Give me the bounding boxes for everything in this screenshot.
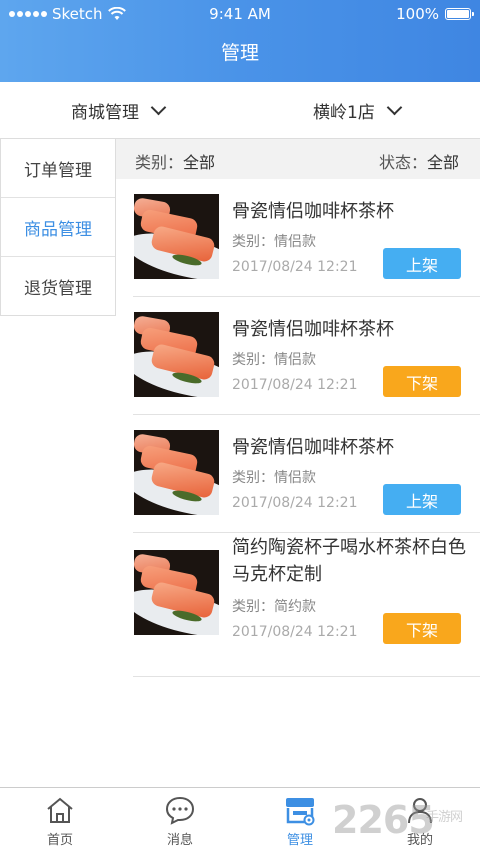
sidebar-item-returns[interactable]: 退货管理: [1, 257, 115, 316]
status-filter[interactable]: 状态：全部: [379, 149, 459, 173]
product-image: [134, 550, 219, 635]
tab-messages[interactable]: 消息: [120, 788, 240, 854]
product-category: 类别：简约款: [232, 599, 316, 615]
store-manage-icon: [284, 794, 316, 826]
product-date: 2017/08/24 12:21: [232, 495, 358, 511]
page-title: 管理: [220, 42, 259, 64]
product-name: 简约陶瓷杯子喝水杯茶杯白色马克杯定制: [232, 537, 466, 585]
product-date: 2017/08/24 12:21: [232, 377, 358, 393]
product-category: 类别：情侣款: [232, 470, 316, 486]
category-filter-label: 类别：: [135, 153, 184, 172]
status-bar: Sketch 9:41 AM 100%: [0, 0, 480, 28]
product-image: [134, 312, 219, 397]
home-icon: [44, 794, 76, 826]
tab-label: 消息: [166, 833, 193, 848]
product-date: 2017/08/24 12:21: [232, 259, 358, 275]
tab-home[interactable]: 首页: [0, 788, 120, 854]
status-filter-label: 状态：: [378, 153, 427, 172]
sidebar-item-label: 商品管理: [24, 219, 92, 240]
chevron-down-icon: [386, 99, 403, 116]
filter-store-label: 横岭1店: [313, 103, 375, 123]
watermark-sub: 手游网: [426, 810, 463, 825]
watermark-text: 2265: [332, 798, 435, 842]
category-filter[interactable]: 类别：全部: [135, 149, 215, 173]
take-off-shelf-button[interactable]: 下架: [383, 613, 461, 644]
product-date: 2017/08/24 12:21: [232, 624, 358, 640]
product-name: 骨瓷情侣咖啡杯茶杯: [232, 201, 394, 222]
filter-mall-dropdown[interactable]: 商城管理: [71, 82, 167, 139]
status-filter-value: 全部: [426, 153, 459, 172]
battery-percent: 100%: [396, 5, 439, 23]
product-category: 类别：情侣款: [232, 352, 316, 368]
category-filter-value: 全部: [183, 153, 216, 172]
battery-icon: [445, 8, 474, 20]
sidebar-item-label: 退货管理: [24, 279, 92, 299]
take-off-shelf-button[interactable]: 下架: [383, 366, 461, 397]
filter-store-dropdown[interactable]: 横岭1店: [313, 82, 403, 139]
product-card[interactable]: 简约陶瓷杯子喝水杯茶杯白色马克杯定制 类别：简约款 2017/08/24 12:…: [133, 533, 480, 677]
product-name: 骨瓷情侣咖啡杯茶杯: [232, 437, 394, 458]
chevron-down-icon: [150, 99, 167, 116]
watermark-logo: 2265 手游网: [332, 798, 463, 842]
product-image: [134, 194, 219, 279]
sidebar: 订单管理 商品管理 退货管理: [0, 139, 116, 316]
message-icon: [164, 794, 196, 826]
product-list: 骨瓷情侣咖啡杯茶杯 类别：情侣款 2017/08/24 12:21 上架 骨瓷情…: [133, 179, 480, 677]
list-on-shelf-button[interactable]: 上架: [383, 484, 461, 515]
list-filter-bar: 类别：全部 状态：全部: [116, 139, 480, 179]
product-card[interactable]: 骨瓷情侣咖啡杯茶杯 类别：情侣款 2017/08/24 12:21 上架: [133, 179, 480, 297]
product-image: [134, 430, 219, 515]
sidebar-item-products[interactable]: 商品管理: [1, 198, 115, 257]
filter-mall-label: 商城管理: [71, 103, 139, 123]
app-header: Sketch 9:41 AM 100% 管理: [0, 0, 480, 82]
tab-label: 首页: [46, 833, 73, 848]
sidebar-item-label: 订单管理: [24, 160, 92, 181]
battery-info: 100%: [396, 5, 474, 23]
product-card[interactable]: 骨瓷情侣咖啡杯茶杯 类别：情侣款 2017/08/24 12:21 下架: [133, 297, 480, 415]
product-category: 类别：情侣款: [232, 234, 316, 250]
product-name: 骨瓷情侣咖啡杯茶杯: [232, 319, 394, 340]
list-on-shelf-button[interactable]: 上架: [383, 248, 461, 279]
product-card[interactable]: 骨瓷情侣咖啡杯茶杯 类别：情侣款 2017/08/24 12:21 上架: [133, 415, 480, 533]
sidebar-item-orders[interactable]: 订单管理: [1, 139, 115, 198]
filter-bar: 商城管理 横岭1店: [0, 82, 480, 139]
